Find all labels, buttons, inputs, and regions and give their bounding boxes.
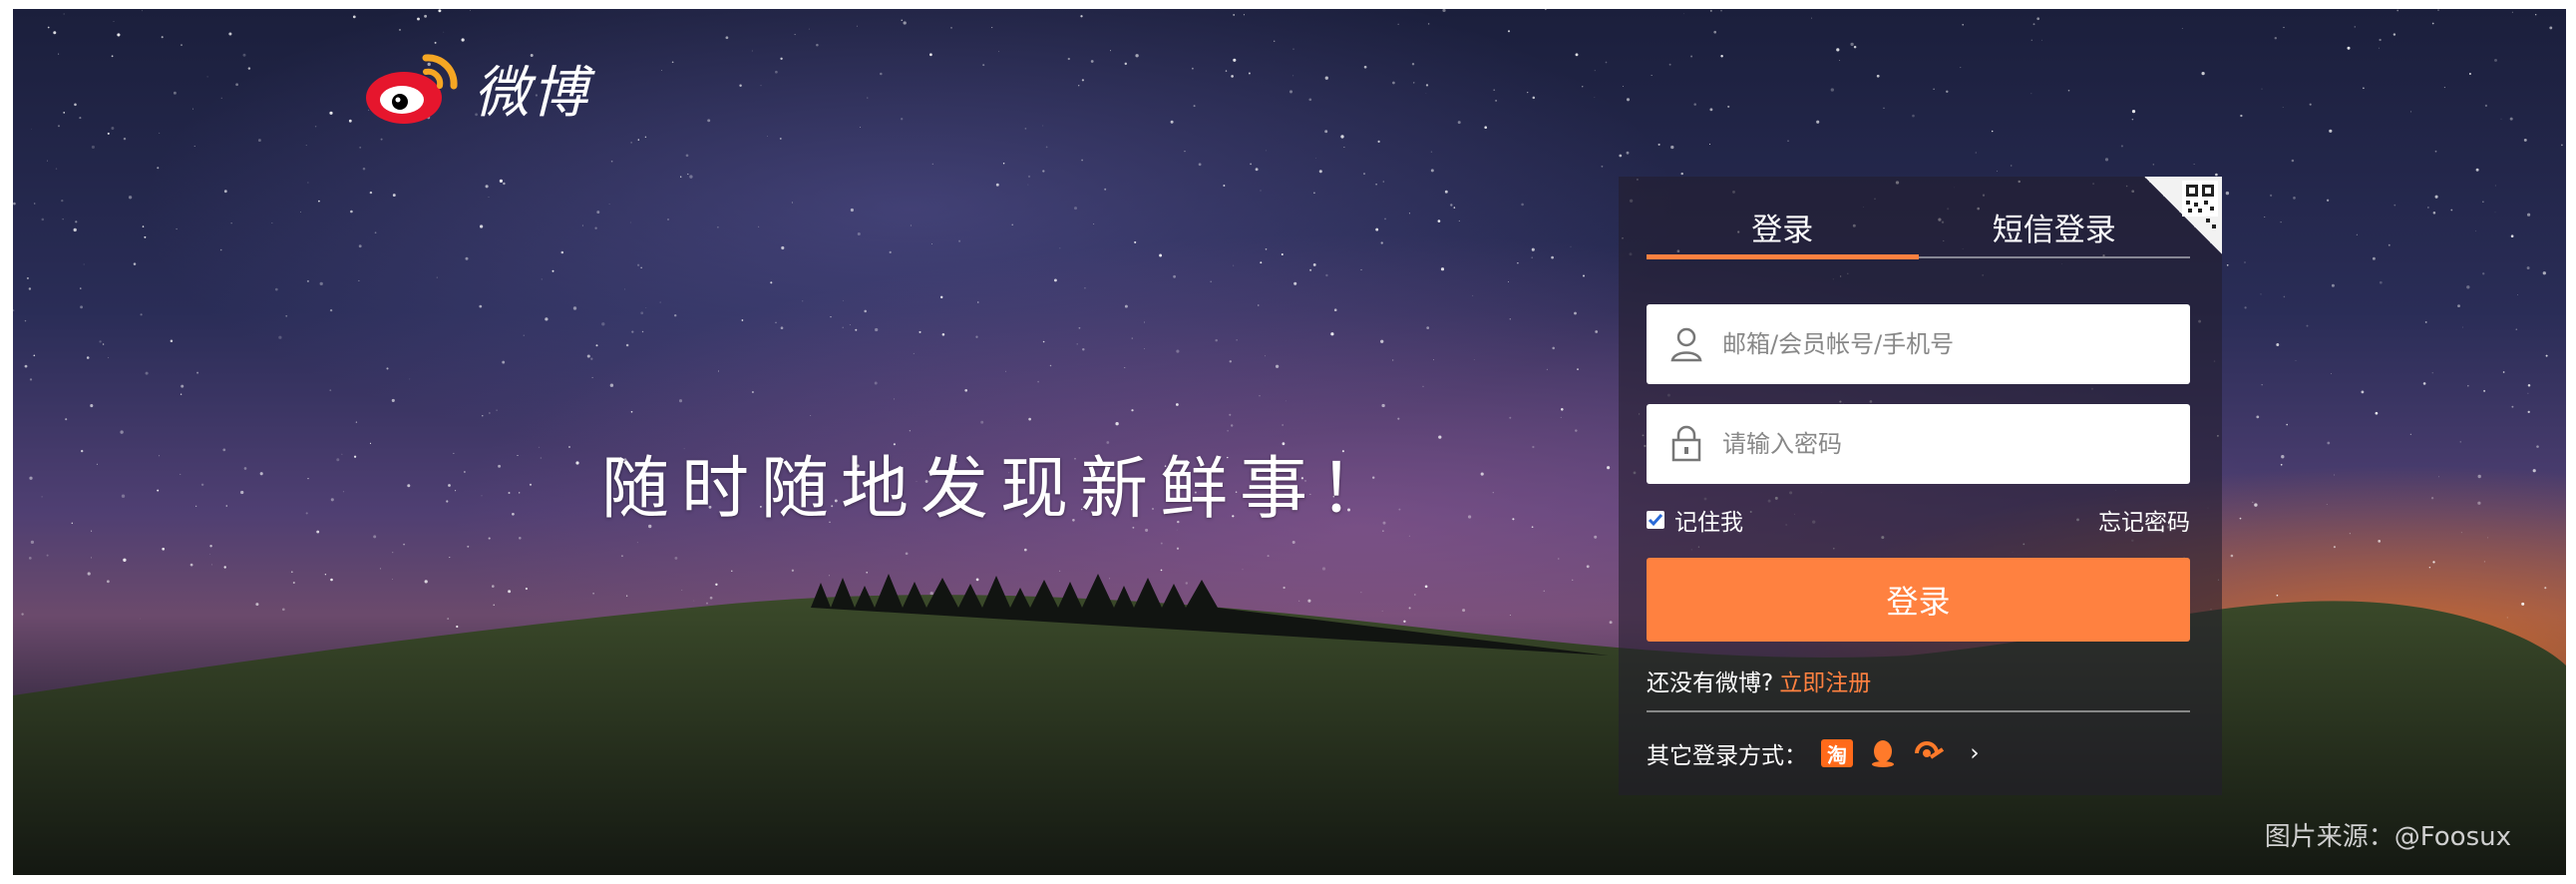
slogan: 随时随地发现新鲜事！: [601, 450, 1400, 529]
taobao-icon[interactable]: 淘: [1821, 739, 1853, 767]
divider: [1647, 710, 2190, 712]
user-icon: [1670, 327, 1702, 362]
register-row: 还没有微博? 立即注册: [1647, 663, 1871, 697]
qq-icon[interactable]: [1867, 737, 1899, 769]
login-button[interactable]: 登录: [1647, 558, 2190, 642]
other-login-methods: 其它登录方式： 淘 ›: [1647, 735, 1991, 771]
username-input[interactable]: [1720, 329, 2163, 359]
register-link[interactable]: 立即注册: [1779, 670, 1871, 696]
logo-text: 微博: [474, 60, 589, 126]
forgot-password-link[interactable]: 忘记密码: [2098, 503, 2190, 537]
other-methods-label: 其它登录方式：: [1647, 743, 1807, 769]
lock-icon: [1671, 425, 1701, 462]
remember-checkbox[interactable]: [1647, 511, 1664, 529]
weibo-logo[interactable]: 微博: [364, 43, 623, 133]
more-methods-arrow[interactable]: ›: [1959, 737, 1991, 769]
username-field[interactable]: [1647, 304, 2190, 384]
login-tabs: 登录 短信登录: [1647, 197, 2191, 259]
password-field[interactable]: [1647, 404, 2190, 484]
tianyi-icon[interactable]: [1913, 737, 1945, 769]
login-options: 记住我 忘记密码: [1647, 503, 2190, 537]
remember-me[interactable]: 记住我: [1647, 503, 1743, 537]
register-prompt: 还没有微博?: [1647, 670, 1774, 696]
remember-label: 记住我: [1674, 510, 1743, 536]
background-image: 微博 随时随地发现新鲜事！ 图片来源：@Foosux 登录 短信登录 邮箱/会员…: [13, 9, 2566, 875]
tab-login[interactable]: 登录: [1647, 197, 1919, 259]
image-credit: 图片来源：@Foosux: [2264, 822, 2511, 852]
weibo-eye-icon: [366, 54, 458, 124]
check-icon: [1648, 514, 1663, 527]
login-panel: 登录 短信登录 邮箱/会员帐号/手机号 记住我 忘记密码 登录 还没有微博? 立…: [1619, 177, 2222, 795]
password-input[interactable]: [1720, 429, 2163, 459]
tab-sms-login[interactable]: 短信登录: [1919, 197, 2191, 256]
